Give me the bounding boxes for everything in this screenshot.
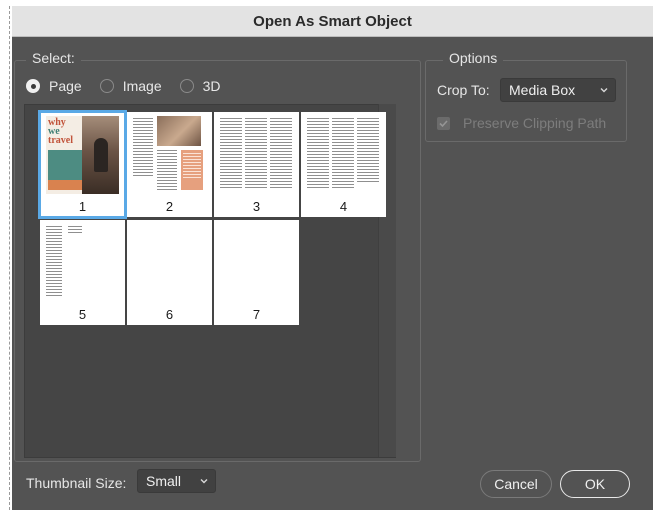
page-3-preview (220, 116, 293, 194)
crop-to-select[interactable]: Media Box (500, 78, 616, 102)
page-thumbnail-3[interactable]: 3 (214, 112, 299, 217)
thumbnail-size-select[interactable]: Small (137, 469, 216, 493)
page-number: 5 (78, 307, 87, 322)
options-legend: Options (443, 50, 504, 66)
page-number: 3 (252, 199, 261, 214)
page-thumbnail-4[interactable]: 4 (301, 112, 386, 217)
page-5-col-1 (46, 226, 62, 298)
page-4-col-1 (307, 118, 329, 190)
page-3-col-1 (220, 118, 242, 190)
page-2-photo (157, 116, 201, 146)
page-thumbnail-1[interactable]: why we travel 1 (38, 110, 127, 219)
radio-image-indicator[interactable] (99, 79, 114, 93)
preserve-clipping-checkbox[interactable] (437, 116, 450, 130)
radio-page-indicator[interactable] (26, 79, 40, 93)
page-thumbnail-6[interactable]: 6 (127, 220, 212, 325)
select-radio-row: Page Image 3D (26, 78, 239, 94)
thumbnail-size-label: Thumbnail Size: (26, 475, 127, 491)
radio-page[interactable]: Page (26, 78, 82, 94)
cancel-button[interactable]: Cancel (480, 470, 552, 498)
radio-page-label: Page (49, 78, 82, 94)
page-4-col-3 (357, 118, 379, 184)
radio-3d[interactable]: 3D (179, 78, 221, 94)
radio-image[interactable]: Image (99, 78, 162, 94)
cover-word-3: travel (48, 135, 73, 146)
page-3-col-3 (270, 118, 292, 190)
dialog-title: Open As Smart Object (12, 6, 653, 37)
checkmark-icon (439, 119, 448, 127)
cover-title-text: why we travel (48, 118, 73, 146)
chevron-down-icon (200, 479, 208, 484)
page-2-text-mid (157, 150, 177, 192)
cover-photo-figure (94, 138, 108, 172)
page-number: 1 (78, 199, 87, 214)
preserve-clipping-path[interactable]: Preserve Clipping Path (437, 115, 606, 131)
page-4-col-2 (332, 118, 354, 190)
page-number: 7 (252, 307, 261, 322)
crop-to-label: Crop To: (437, 82, 490, 98)
radio-image-label: Image (122, 78, 162, 94)
page-number: 4 (339, 199, 348, 214)
page-4-preview (307, 116, 380, 194)
page-thumbnail-7[interactable]: 7 (214, 220, 299, 325)
page-number: 2 (165, 199, 174, 214)
preserve-clipping-label: Preserve Clipping Path (463, 115, 607, 131)
crop-to-value: Media Box (509, 82, 576, 98)
page-thumbnail-2[interactable]: 2 (127, 112, 212, 217)
cover-orange-block (48, 180, 82, 190)
page-3-col-2 (245, 118, 267, 190)
page-5-preview (46, 224, 119, 302)
radio-3d-indicator[interactable] (179, 79, 194, 93)
ok-button[interactable]: OK (560, 470, 630, 498)
page-5-col-2 (68, 226, 82, 235)
select-legend: Select: (26, 50, 81, 66)
cover-teal-block (48, 150, 82, 180)
cover-page-preview: why we travel (46, 116, 119, 194)
thumbnail-size-value: Small (146, 473, 182, 489)
radio-3d-label: 3D (202, 78, 221, 94)
page-2-preview (133, 116, 206, 194)
chevron-down-icon (600, 88, 608, 93)
page-2-text-left (133, 118, 153, 178)
page-number: 6 (165, 307, 174, 322)
page-thumbnail-5[interactable]: 5 (40, 220, 125, 325)
page-2-text-sidebar (183, 153, 201, 180)
